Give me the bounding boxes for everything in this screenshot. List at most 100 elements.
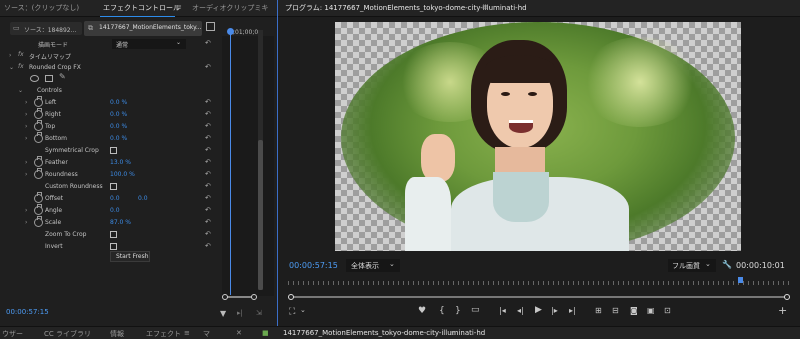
reset-icon[interactable]: ↶: [205, 242, 215, 250]
play-only-audio-icon[interactable]: ▸|: [237, 309, 243, 317]
param-value[interactable]: 0.0 %: [110, 123, 127, 130]
camera-icon[interactable]: ◙: [630, 306, 638, 315]
custom-roundness-checkbox[interactable]: [110, 183, 117, 190]
reset-icon[interactable]: ↶: [205, 122, 215, 130]
tab-cc-libraries[interactable]: CC ライブラリ: [44, 329, 91, 339]
param-value-x[interactable]: 0.0: [110, 195, 120, 202]
pen-mask-icon[interactable]: ✎: [59, 72, 66, 81]
add-marker-icon[interactable]: ♥: [418, 306, 426, 316]
reset-icon[interactable]: ↶: [205, 206, 215, 214]
param-value[interactable]: 0.0 %: [110, 99, 127, 106]
tab-media-browser[interactable]: ウザー: [2, 329, 23, 339]
fx-icon[interactable]: fx: [18, 63, 24, 70]
tab-effect-controls[interactable]: エフェクトコントロール: [103, 3, 180, 13]
panel-menu-icon[interactable]: ≡: [184, 329, 190, 337]
chevron-right-icon[interactable]: ›: [25, 159, 27, 166]
vr-icon[interactable]: ⊡: [664, 306, 671, 315]
scrollbar-thumb[interactable]: [258, 140, 263, 290]
lift-icon[interactable]: ▭: [471, 305, 480, 315]
stopwatch-icon[interactable]: [34, 168, 43, 179]
reset-icon[interactable]: ↶: [205, 110, 215, 118]
overwrite-icon[interactable]: ⊟: [612, 306, 619, 315]
safe-margins-icon[interactable]: ⛶: [289, 307, 295, 317]
stopwatch-icon[interactable]: [34, 120, 43, 131]
reset-icon[interactable]: ↶: [205, 158, 215, 166]
tab-source[interactable]: ソース：(クリップなし): [4, 3, 79, 13]
reset-icon[interactable]: ↶: [205, 182, 215, 190]
chevron-down-icon[interactable]: ⌄: [300, 306, 306, 314]
mark-out-icon[interactable]: }: [455, 306, 461, 316]
chevron-right-icon[interactable]: ›: [25, 171, 27, 178]
reset-icon[interactable]: ↶: [205, 98, 215, 106]
stopwatch-icon[interactable]: [34, 108, 43, 119]
go-to-in-icon[interactable]: |◂: [499, 306, 506, 315]
reset-icon[interactable]: ↶: [205, 230, 215, 238]
stopwatch-icon[interactable]: [34, 204, 43, 215]
param-value-y[interactable]: 0.0: [138, 195, 148, 202]
add-button-icon[interactable]: +: [778, 304, 787, 317]
quality-dropdown[interactable]: フル画質 ⌄: [668, 259, 716, 272]
symmetrical-crop-checkbox[interactable]: [110, 147, 117, 154]
stopwatch-icon[interactable]: [34, 192, 43, 203]
blend-mode-dropdown[interactable]: 通常 ⌄: [112, 39, 186, 49]
export-icon[interactable]: ⇲: [256, 309, 262, 317]
go-to-out-icon[interactable]: ▸|: [569, 306, 576, 315]
step-back-icon[interactable]: ◂|: [517, 306, 524, 315]
tab-markers[interactable]: マ: [203, 329, 210, 339]
panel-menu-icon[interactable]: ≡: [450, 329, 456, 337]
chevron-right-icon[interactable]: ›: [25, 219, 27, 226]
chevron-right-icon[interactable]: ›: [25, 135, 27, 142]
zoom-to-crop-checkbox[interactable]: [110, 231, 117, 238]
time-ruler[interactable]: [288, 275, 790, 285]
time-remap-row[interactable]: › fx タイムリマップ: [0, 50, 218, 62]
filter-icon[interactable]: ▼: [220, 309, 226, 318]
param-value[interactable]: 0.0: [110, 207, 120, 214]
param-value[interactable]: 100.0 %: [110, 171, 135, 178]
chevron-right-icon[interactable]: ›: [25, 99, 27, 106]
ellipse-mask-icon[interactable]: [30, 75, 39, 82]
tab-audio-clip-mixer[interactable]: オーディオクリップミキ: [192, 3, 268, 13]
rectangle-mask-icon[interactable]: [45, 75, 53, 82]
stopwatch-icon[interactable]: [34, 96, 43, 107]
chevron-right-icon[interactable]: ›: [25, 207, 27, 214]
close-icon[interactable]: ✕: [236, 329, 242, 337]
source-clip-selector[interactable]: ▭ ソース：184892...: [10, 22, 82, 35]
program-timecode[interactable]: 00:00:57:15: [289, 261, 338, 270]
reset-icon[interactable]: ↶: [205, 39, 215, 47]
param-value[interactable]: 0.0 %: [110, 135, 127, 142]
reset-icon[interactable]: ↶: [205, 63, 215, 71]
param-value[interactable]: 13.0 %: [110, 159, 131, 166]
step-forward-icon[interactable]: |▸: [551, 306, 558, 315]
show-timeline-icon[interactable]: [206, 22, 215, 31]
playhead-handle[interactable]: [227, 28, 234, 35]
stopwatch-icon[interactable]: [34, 156, 43, 167]
reset-icon[interactable]: ↶: [205, 170, 215, 178]
active-clip-selector[interactable]: ⧉ 14177667_MotionElements_toky...: [84, 21, 202, 36]
reset-icon[interactable]: ↶: [205, 134, 215, 142]
play-icon[interactable]: ▶: [535, 305, 542, 315]
timeline-zoom-slider[interactable]: [222, 294, 257, 300]
reset-icon[interactable]: ↶: [205, 218, 215, 226]
playhead-marker[interactable]: [738, 277, 743, 283]
video-frame[interactable]: [335, 22, 741, 251]
reset-icon[interactable]: ↶: [205, 146, 215, 154]
effect-controls-timecode[interactable]: 00:00:57:15: [6, 308, 49, 316]
chevron-right-icon[interactable]: ›: [9, 52, 11, 59]
panel-menu-icon[interactable]: ≡: [176, 3, 182, 11]
comparison-view-icon[interactable]: ▣: [647, 306, 655, 315]
param-value[interactable]: 87.0 %: [110, 219, 131, 226]
stopwatch-icon[interactable]: [34, 132, 43, 143]
chevron-down-icon[interactable]: ⌄: [18, 87, 23, 94]
param-value[interactable]: 0.0 %: [110, 111, 127, 118]
mark-in-icon[interactable]: {: [439, 306, 445, 316]
zoom-dropdown[interactable]: 全体表示 ⌄: [346, 259, 400, 272]
effect-header-row[interactable]: ⌄ fx Rounded Crop FX ↶: [0, 62, 218, 74]
program-title[interactable]: プログラム: 14177667_MotionElements_tokyo-dom…: [285, 3, 527, 13]
reset-icon[interactable]: ↶: [205, 194, 215, 202]
insert-icon[interactable]: ⊞: [595, 306, 602, 315]
chevron-down-icon[interactable]: ⌄: [9, 64, 14, 71]
tab-effects[interactable]: エフェクト: [146, 329, 181, 339]
zoom-scroll-bar[interactable]: [288, 294, 790, 300]
stopwatch-icon[interactable]: [34, 216, 43, 227]
invert-checkbox[interactable]: [110, 243, 117, 250]
